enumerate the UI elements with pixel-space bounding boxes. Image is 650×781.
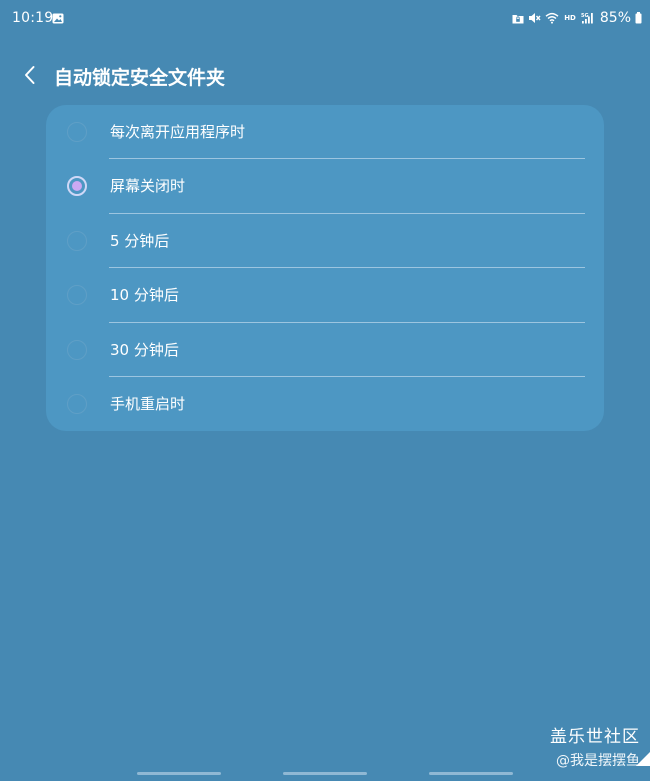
navigation-bar	[0, 770, 650, 781]
nav-back-handle[interactable]	[429, 772, 513, 775]
radio-button-selected[interactable]	[67, 176, 87, 196]
option-30-minutes[interactable]: 30 分钟后	[46, 323, 604, 377]
corner-mark	[636, 752, 650, 766]
radio-button[interactable]	[67, 122, 87, 142]
option-label: 10 分钟后	[110, 286, 179, 304]
option-label: 30 分钟后	[110, 341, 179, 359]
option-label: 屏幕关闭时	[110, 177, 186, 195]
option-screen-off[interactable]: 屏幕关闭时	[46, 159, 604, 213]
gallery-icon	[52, 13, 64, 24]
radio-button[interactable]	[67, 394, 87, 414]
wifi-icon	[545, 12, 559, 24]
watermark-site: 盖乐世社区	[550, 727, 640, 747]
option-label: 5 分钟后	[110, 232, 170, 250]
radio-button[interactable]	[67, 285, 87, 305]
network-hd-label: HD	[564, 14, 576, 22]
radio-button[interactable]	[67, 231, 87, 251]
page-title: 自动锁定安全文件夹	[54, 67, 226, 89]
option-label: 手机重启时	[110, 395, 186, 413]
radio-button[interactable]	[67, 340, 87, 360]
status-icons: HD 5G 85%	[512, 9, 642, 27]
option-label: 每次离开应用程序时	[110, 123, 246, 141]
svg-text:5G: 5G	[581, 13, 589, 19]
option-10-minutes[interactable]: 10 分钟后	[46, 268, 604, 322]
app-header: 自动锁定安全文件夹	[0, 55, 650, 95]
status-time: 10:19	[12, 10, 54, 26]
option-leave-app[interactable]: 每次离开应用程序时	[46, 105, 604, 159]
chevron-left-icon	[25, 66, 35, 84]
nav-recents-handle[interactable]	[137, 772, 221, 775]
status-bar: 10:19 HD 5G 85%	[0, 0, 650, 38]
mute-icon	[529, 13, 541, 23]
battery-percent: 85%	[599, 10, 631, 26]
auto-lock-options-card: 每次离开应用程序时 屏幕关闭时 5 分钟后 10 分钟后 30 分钟后 手机重启…	[46, 105, 604, 431]
watermark-user: @我是摆摆鱼	[556, 753, 640, 769]
option-5-minutes[interactable]: 5 分钟后	[46, 214, 604, 268]
back-button[interactable]	[16, 61, 44, 89]
nav-home-handle[interactable]	[283, 772, 367, 775]
signal-5g-icon: 5G	[581, 13, 593, 24]
option-phone-restart[interactable]: 手机重启时	[46, 377, 604, 431]
battery-icon	[635, 12, 642, 24]
folder-lock-icon	[512, 14, 524, 23]
watermark: 盖乐世社区 @我是摆摆鱼	[550, 722, 640, 770]
